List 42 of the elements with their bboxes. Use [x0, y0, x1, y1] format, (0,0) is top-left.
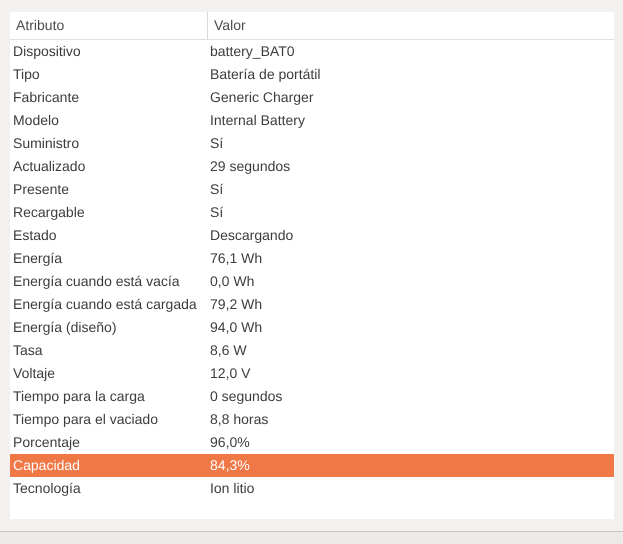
value-cell: 0,0 Wh	[210, 273, 254, 289]
value-cell: Sí	[210, 181, 224, 197]
attribute-cell: Energía cuando está cargada	[13, 296, 197, 312]
value-cell: 8,8 horas	[210, 411, 268, 427]
attribute-cell: Dispositivo	[13, 43, 81, 59]
column-header[interactable]: Atributo	[10, 12, 207, 39]
value-cell: Sí	[210, 135, 224, 151]
value-cell: 8,6 W	[210, 342, 247, 358]
attribute-cell: Presente	[13, 181, 70, 197]
attribute-cell: Modelo	[13, 112, 59, 128]
attribute-cell: Voltaje	[13, 365, 56, 381]
attribute-cell: Energía cuando está vacía	[13, 273, 180, 289]
value-cell: Generic Charger	[210, 89, 314, 105]
attribute-cell: Tecnología	[13, 480, 81, 496]
attribute-cell: Energía	[13, 250, 62, 266]
value-cell: Ion litio	[210, 480, 254, 496]
value-cell: 96,0%	[210, 434, 250, 450]
value-cell: 12,0 V	[210, 365, 250, 381]
attribute-cell: Estado	[13, 227, 57, 243]
attribute-cell: Capacidad	[13, 457, 80, 473]
column-header[interactable]: Valor	[207, 12, 614, 39]
attribute-cell: Actualizado	[13, 158, 86, 174]
value-cell: 29 segundos	[210, 158, 290, 174]
attribute-cell: Suministro	[13, 135, 80, 151]
attribute-cell: Tipo	[13, 66, 40, 82]
value-cell: Descargando	[210, 227, 294, 243]
value-cell: 79,2 Wh	[210, 296, 262, 312]
attribute-cell: Tasa	[13, 342, 43, 358]
value-cell: Batería de portátil	[210, 66, 321, 82]
value-cell: 76,1 Wh	[210, 250, 262, 266]
value-cell: 94,0 Wh	[210, 319, 262, 335]
attribute-cell: Tiempo para la carga	[13, 388, 145, 404]
value-cell: battery_BAT0	[210, 43, 295, 59]
value-cell: 0 segundos	[210, 388, 282, 404]
attribute-cell: Energía (diseño)	[13, 319, 117, 335]
attribute-cell: Recargable	[13, 204, 85, 220]
value-cell: 84,3%	[210, 457, 250, 473]
attribute-cell: Porcentaje	[13, 434, 80, 450]
attribute-cell: Fabricante	[13, 89, 80, 105]
value-cell: Internal Battery	[210, 112, 305, 128]
attribute-cell: Tiempo para el vaciado	[13, 411, 158, 427]
value-cell: Sí	[210, 204, 224, 220]
